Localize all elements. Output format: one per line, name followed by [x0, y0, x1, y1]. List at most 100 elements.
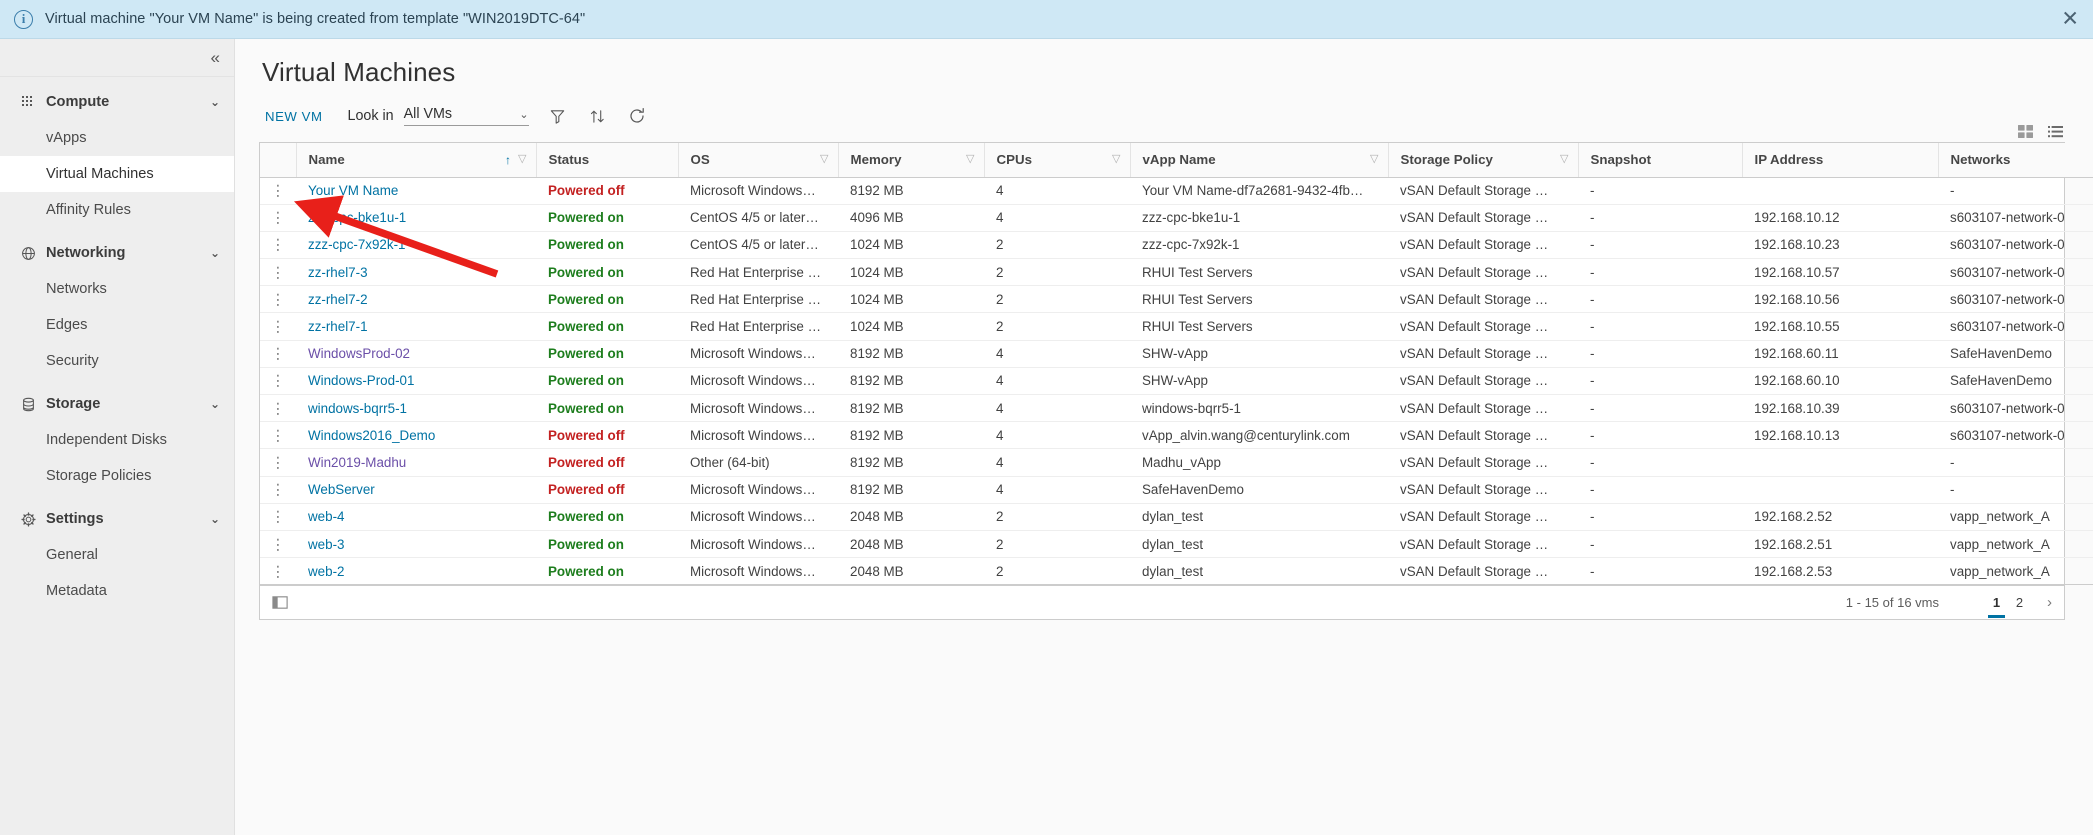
- row-actions-kebab-icon[interactable]: ⋮: [272, 210, 285, 225]
- vm-name-link[interactable]: Windows-Prod-01: [308, 373, 414, 388]
- filter-funnel-icon[interactable]: ▽: [1560, 154, 1568, 165]
- row-actions-kebab-icon[interactable]: ⋮: [272, 237, 285, 252]
- cell-name[interactable]: web-4: [296, 503, 536, 531]
- col-os-header[interactable]: OS ▽: [678, 143, 839, 178]
- cell-name[interactable]: WindowsProd-02: [296, 340, 536, 368]
- filter-funnel-icon[interactable]: ▽: [1370, 154, 1378, 165]
- sidebar-item-independent-disks[interactable]: Independent Disks: [0, 422, 234, 458]
- row-actions-kebab-icon[interactable]: ⋮: [272, 373, 285, 388]
- sidebar-item-storage-policies[interactable]: Storage Policies: [0, 458, 234, 494]
- col-ip-header[interactable]: IP Address: [1742, 143, 1939, 178]
- sidebar-item-general[interactable]: General: [0, 537, 234, 573]
- sort-arrows-icon[interactable]: [586, 105, 609, 128]
- next-page-icon[interactable]: ›: [2047, 594, 2052, 611]
- vm-name-link[interactable]: Your VM Name: [308, 183, 398, 198]
- vm-name-link[interactable]: zz-rhel7-2: [308, 292, 368, 307]
- chevron-down-icon[interactable]: ⌄: [210, 512, 220, 526]
- table-row[interactable]: ⋮ Your VM Name Powered off Microsoft Window…: [260, 177, 2093, 205]
- row-actions-kebab-icon[interactable]: ⋮: [260, 285, 296, 314]
- cell-name[interactable]: Win2019-Madhu: [296, 448, 536, 477]
- look-in-select[interactable]: All VMs ⌄: [403, 106, 529, 126]
- vm-name-link[interactable]: web-4: [308, 509, 344, 524]
- table-row[interactable]: ⋮ Win2019-Madhu Powered off Other (64-bit) 8…: [260, 448, 2093, 477]
- row-actions-kebab-icon[interactable]: ⋮: [260, 503, 296, 531]
- new-vm-button[interactable]: NEW VM: [262, 105, 326, 128]
- chevron-down-icon[interactable]: ⌄: [210, 95, 220, 109]
- filter-funnel-icon[interactable]: ▽: [518, 154, 526, 165]
- cell-name[interactable]: web-2: [296, 557, 536, 586]
- row-actions-kebab-icon[interactable]: ⋮: [260, 394, 296, 423]
- table-row[interactable]: ⋮ web-2 Powered on Microsoft Windows… 2048 M…: [260, 557, 2093, 586]
- col-policy-header[interactable]: Storage Policy ▽: [1388, 143, 1579, 178]
- cell-name[interactable]: windows-bqrr5-1: [296, 394, 536, 423]
- row-actions-kebab-icon[interactable]: ⋮: [272, 265, 285, 280]
- vm-name-link[interactable]: WindowsProd-02: [308, 346, 410, 361]
- filter-funnel-icon[interactable]: ▽: [1112, 154, 1120, 165]
- row-actions-kebab-icon[interactable]: ⋮: [260, 340, 296, 368]
- row-actions-kebab-icon[interactable]: ⋮: [272, 537, 285, 552]
- table-row[interactable]: ⋮ zz-rhel7-2 Powered on Red Hat Enterprise …: [260, 285, 2093, 314]
- sidebar-group-compute[interactable]: Compute ⌄: [0, 84, 234, 120]
- table-row[interactable]: ⋮ Windows-Prod-01 Powered on Microsoft Wind…: [260, 367, 2093, 396]
- vm-name-link[interactable]: zz-rhel7-1: [308, 319, 368, 334]
- sidebar-group-storage[interactable]: Storage ⌄: [0, 386, 234, 422]
- row-actions-kebab-icon[interactable]: ⋮: [272, 455, 285, 470]
- row-actions-kebab-icon[interactable]: ⋮: [272, 509, 285, 524]
- table-row[interactable]: ⋮ WebServer Powered off Microsoft Windows… 8…: [260, 476, 2093, 504]
- table-row[interactable]: ⋮ zzz-cpc-7x92k-1 Powered on CentOS 4/5 or …: [260, 231, 2093, 260]
- cell-name[interactable]: WebServer: [296, 476, 536, 504]
- sidebar-item-networks[interactable]: Networks: [0, 271, 234, 307]
- sidebar-item-vapps[interactable]: vApps: [0, 120, 234, 156]
- table-row[interactable]: ⋮ Windows2016_Demo Powered off Microsoft Wi…: [260, 421, 2093, 450]
- row-actions-kebab-icon[interactable]: ⋮: [260, 421, 296, 450]
- col-networks-header[interactable]: Networks: [1938, 143, 2093, 178]
- col-name-header[interactable]: Name ↑ ▽: [296, 143, 537, 178]
- vm-name-link[interactable]: zzz-cpc-bke1u-1: [308, 210, 406, 225]
- filter-funnel-icon[interactable]: ▽: [966, 154, 974, 165]
- sidebar-item-security[interactable]: Security: [0, 343, 234, 379]
- row-actions-kebab-icon[interactable]: ⋮: [260, 448, 296, 477]
- row-actions-kebab-icon[interactable]: ⋮: [260, 530, 296, 559]
- table-row[interactable]: ⋮ zz-rhel7-1 Powered on Red Hat Enterprise …: [260, 312, 2093, 341]
- table-row[interactable]: ⋮ web-3 Powered on Microsoft Windows… 2048 M…: [260, 530, 2093, 559]
- sidebar-group-networking[interactable]: Networking ⌄: [0, 235, 234, 271]
- row-actions-kebab-icon[interactable]: ⋮: [260, 177, 296, 205]
- refresh-icon[interactable]: [626, 105, 649, 128]
- table-row[interactable]: ⋮ zzz-cpc-bke1u-1 Powered on CentOS 4/5 or …: [260, 204, 2093, 232]
- chevron-down-icon[interactable]: ⌄: [210, 397, 220, 411]
- sidebar-item-metadata[interactable]: Metadata: [0, 573, 234, 609]
- table-row[interactable]: ⋮ web-4 Powered on Microsoft Windows… 2048 M…: [260, 503, 2093, 531]
- cell-name[interactable]: zz-rhel7-1: [296, 312, 536, 341]
- cell-name[interactable]: Your VM Name: [296, 177, 536, 205]
- row-actions-kebab-icon[interactable]: ⋮: [272, 428, 285, 443]
- col-cpus-header[interactable]: CPUs ▽: [984, 143, 1131, 178]
- page-button-2[interactable]: 2: [2008, 588, 2031, 618]
- row-actions-kebab-icon[interactable]: ⋮: [260, 204, 296, 232]
- collapse-sidebar-icon[interactable]: «: [211, 49, 220, 66]
- vm-name-link[interactable]: web-3: [308, 537, 344, 552]
- chevron-down-icon[interactable]: ⌄: [210, 246, 220, 260]
- row-actions-kebab-icon[interactable]: ⋮: [272, 346, 285, 361]
- col-memory-header[interactable]: Memory ▽: [838, 143, 985, 178]
- row-actions-kebab-icon[interactable]: ⋮: [272, 319, 285, 334]
- card-view-icon[interactable]: [2017, 123, 2035, 141]
- vm-name-link[interactable]: WebServer: [308, 482, 375, 497]
- cell-name[interactable]: zz-rhel7-3: [296, 258, 536, 287]
- vm-name-link[interactable]: web-2: [308, 564, 344, 579]
- sidebar-group-settings[interactable]: Settings ⌄: [0, 501, 234, 537]
- cell-name[interactable]: zzz-cpc-7x92k-1: [296, 231, 536, 260]
- row-actions-kebab-icon[interactable]: ⋮: [272, 292, 285, 307]
- row-actions-kebab-icon[interactable]: ⋮: [260, 258, 296, 287]
- row-actions-kebab-icon[interactable]: ⋮: [260, 367, 296, 396]
- row-actions-kebab-icon[interactable]: ⋮: [260, 312, 296, 341]
- vm-name-link[interactable]: windows-bqrr5-1: [308, 401, 407, 416]
- row-actions-kebab-icon[interactable]: ⋮: [260, 476, 296, 504]
- cell-name[interactable]: Windows2016_Demo: [296, 421, 536, 450]
- sort-ascending-icon[interactable]: ↑: [505, 154, 511, 166]
- table-row[interactable]: ⋮ zz-rhel7-3 Powered on Red Hat Enterprise …: [260, 258, 2093, 287]
- close-icon[interactable]: ✕: [2061, 9, 2079, 30]
- vm-name-link[interactable]: zz-rhel7-3: [308, 265, 368, 280]
- list-view-icon[interactable]: [2047, 123, 2065, 141]
- sidebar-item-edges[interactable]: Edges: [0, 307, 234, 343]
- row-actions-kebab-icon[interactable]: ⋮: [272, 401, 285, 416]
